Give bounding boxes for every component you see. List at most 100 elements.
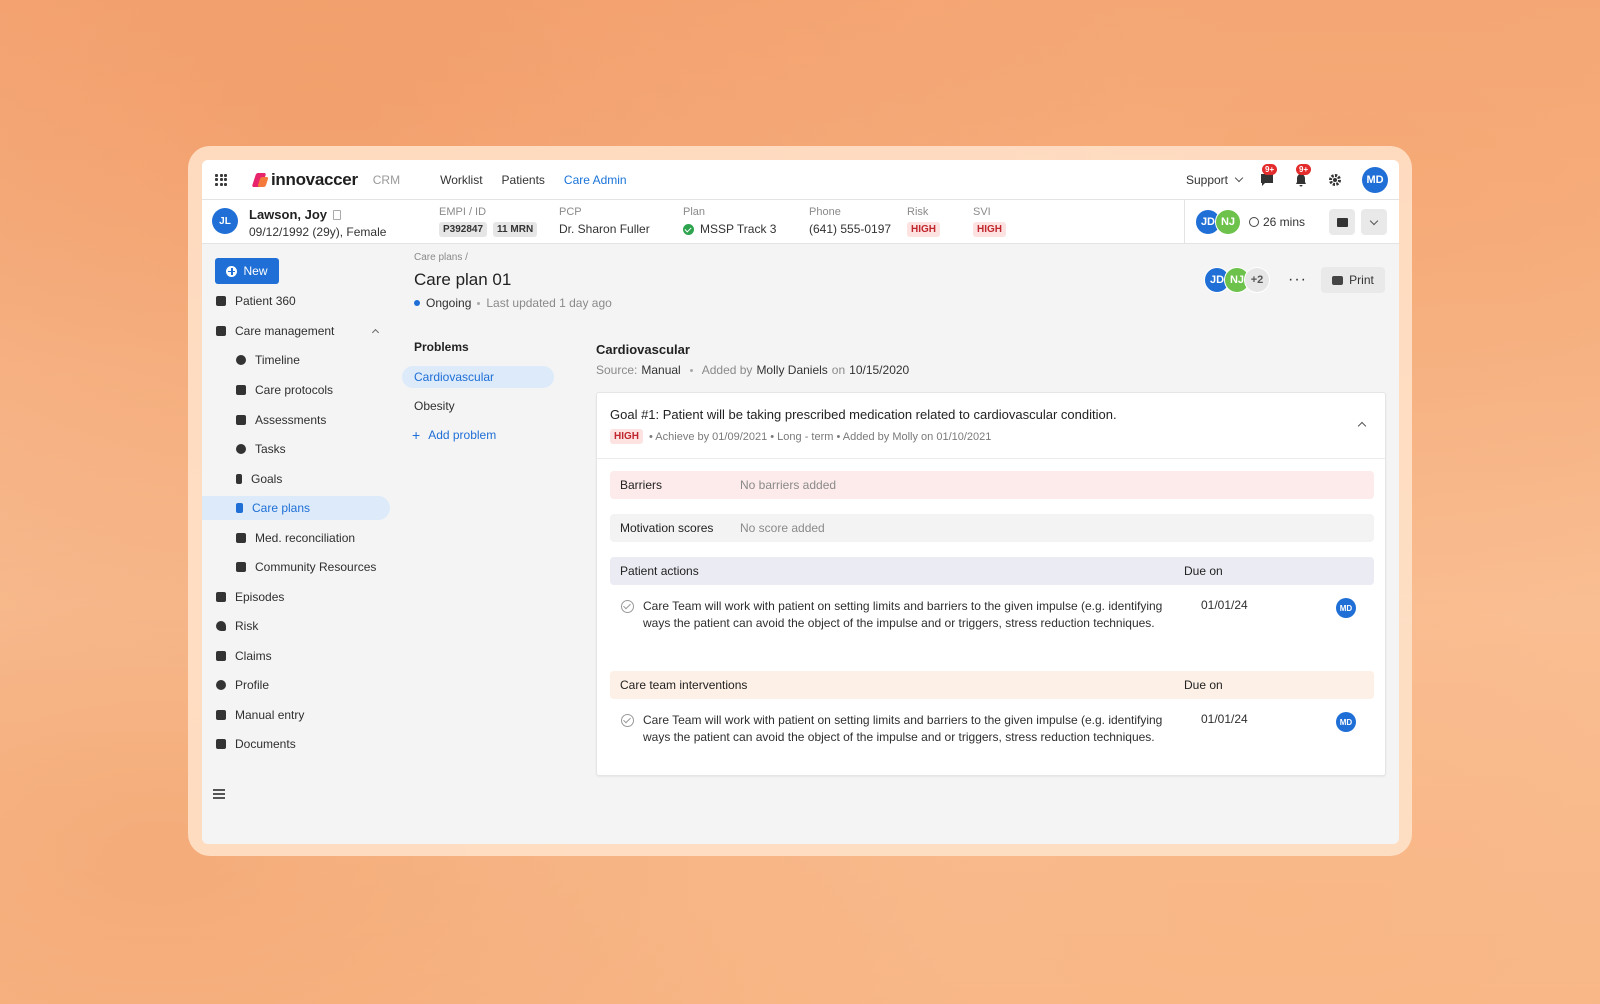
nav-link-patients[interactable]: Patients [502,173,545,187]
add-problem-button[interactable]: + Add problem [412,428,496,442]
problem-item-obesity[interactable]: Obesity [402,395,554,417]
settings-button[interactable] [1328,173,1342,187]
person-icon [236,503,243,513]
timer-icon [1248,217,1259,227]
care-team-avatars[interactable]: JD NJ [1194,209,1241,235]
user-avatar[interactable]: MD [1362,166,1388,193]
motivation-row[interactable]: Motivation scores No score added [610,514,1374,542]
messages-button[interactable]: 9+ [1260,163,1278,187]
support-dropdown[interactable]: Support [1186,173,1244,187]
note-icon[interactable] [333,210,342,220]
risk-field: Risk HIGH [907,206,940,237]
sidebar-item-label: Risk [235,619,259,633]
sidebar-item-documents[interactable]: Documents [202,732,390,756]
svi-badge: HIGH [973,222,1006,237]
plus-circle-icon [226,265,238,277]
sidebar: New Patient 360 Care management Timeline… [202,244,397,844]
sidebar-item-care-protocols[interactable]: Care protocols [202,378,390,402]
page-actions: JD NJ +2 ··· Print [1204,267,1385,293]
section-meta: Source: Manual Added by Molly Daniels on… [596,363,909,377]
added-by-label: Added by [701,363,753,377]
nav-link-worklist[interactable]: Worklist [440,173,482,187]
app-window: innovaccer CRM Worklist Patients Care Ad… [202,160,1399,844]
sidebar-item-goals[interactable]: Goals [202,467,390,491]
check-circle-icon[interactable] [621,600,634,613]
sidebar-item-label: Claims [235,649,272,663]
heart-icon [216,621,226,631]
chevron-up-icon[interactable] [1357,421,1367,431]
problems-heading: Problems [414,340,469,354]
nav-link-care-admin[interactable]: Care Admin [564,173,627,187]
chevron-up-icon[interactable] [371,328,380,337]
sidebar-item-claims[interactable]: Claims [202,644,390,668]
sidebar-item-care-management[interactable]: Care management [202,319,390,343]
sidebar-item-label: Assessments [255,413,327,427]
chat-bubbles-icon [216,326,226,336]
flag-icon [236,474,242,484]
patient-name-text: Lawson, Joy [249,207,328,222]
medication-icon [236,533,246,543]
sidebar-item-tasks[interactable]: Tasks [202,437,390,461]
notifications-badge: 9+ [1296,163,1312,175]
care-plan-status: Ongoing Last updated 1 day ago [414,296,612,310]
breadcrumb[interactable]: Care plans / [414,252,468,263]
sidebar-item-med-reconciliation[interactable]: Med. reconciliation [202,526,390,550]
sidebar-item-profile[interactable]: Profile [202,673,390,697]
pcp-label: PCP [559,206,582,218]
expand-header-button[interactable] [1361,209,1387,235]
sidebar-item-label: Care plans [252,501,311,515]
print-button[interactable]: Print [1321,267,1385,293]
action-due-date: 01/01/24 [1201,598,1248,612]
more-options-icon[interactable]: ··· [1288,272,1307,288]
print-label: Print [1349,273,1374,287]
due-on-label: Due on [1184,564,1223,578]
empi-field: EMPI / ID P392847 11 MRN [439,206,538,237]
add-problem-label: Add problem [428,428,497,442]
sidebar-item-assessments[interactable]: Assessments [202,408,390,432]
sidebar-item-risk[interactable]: Risk [202,614,390,638]
documents-icon [216,739,226,749]
chat-icon [1336,217,1348,227]
new-button-label: New [243,264,268,278]
motivation-label: Motivation scores [620,521,714,535]
collaborator-avatars[interactable]: JD NJ +2 [1204,267,1271,293]
alarm-icon [236,444,246,454]
chat-button[interactable] [1329,209,1355,235]
risk-badge: HIGH [907,222,940,237]
page-title: Care plan 01 [414,270,512,289]
sidebar-item-patient-360[interactable]: Patient 360 [202,289,390,313]
new-button[interactable]: New [215,258,279,284]
message-icon [1261,173,1273,186]
building-icon [236,562,246,572]
sidebar-item-label: Care protocols [255,383,334,397]
action-text: Care Team will work with patient on sett… [643,599,1163,630]
sidebar-item-manual-entry[interactable]: Manual entry [202,703,390,727]
interventions-label: Care team interventions [620,678,748,692]
edit-document-icon [216,710,226,720]
timer[interactable]: 26 mins [1248,215,1305,229]
sidebar-item-episodes[interactable]: Episodes [202,585,390,609]
patient-name[interactable]: Lawson, Joy [249,207,342,222]
risk-label: Risk [907,206,929,218]
sidebar-item-label: Goals [251,472,283,486]
owner-avatar[interactable]: MD [1336,598,1356,618]
barriers-row[interactable]: Barriers No barriers added [610,471,1374,499]
brand-logo[interactable]: innovaccer CRM [254,170,400,190]
bell-icon [1296,173,1306,186]
problem-item-cardiovascular[interactable]: Cardiovascular [402,366,554,388]
printer-icon [1332,275,1344,285]
sidebar-item-care-plans[interactable]: Care plans [202,496,390,520]
primary-nav: Worklist Patients Care Admin [440,173,627,187]
collapse-sidebar-icon[interactable] [213,789,225,799]
sidebar-item-community-resources[interactable]: Community Resources [202,555,390,579]
sidebar-item-timeline[interactable]: Timeline [202,348,390,372]
app-grid-icon[interactable] [215,173,227,186]
owner-avatar[interactable]: MD [1336,712,1356,732]
notifications-button[interactable]: 9+ [1294,163,1312,187]
check-circle-icon [683,223,694,235]
check-circle-icon[interactable] [621,714,634,727]
document-icon [216,651,226,661]
care-team-interventions-header: Care team interventions Due on [610,671,1374,699]
phone-value: (641) 555-0197 [809,222,892,236]
patient-actions-label: Patient actions [620,564,699,578]
